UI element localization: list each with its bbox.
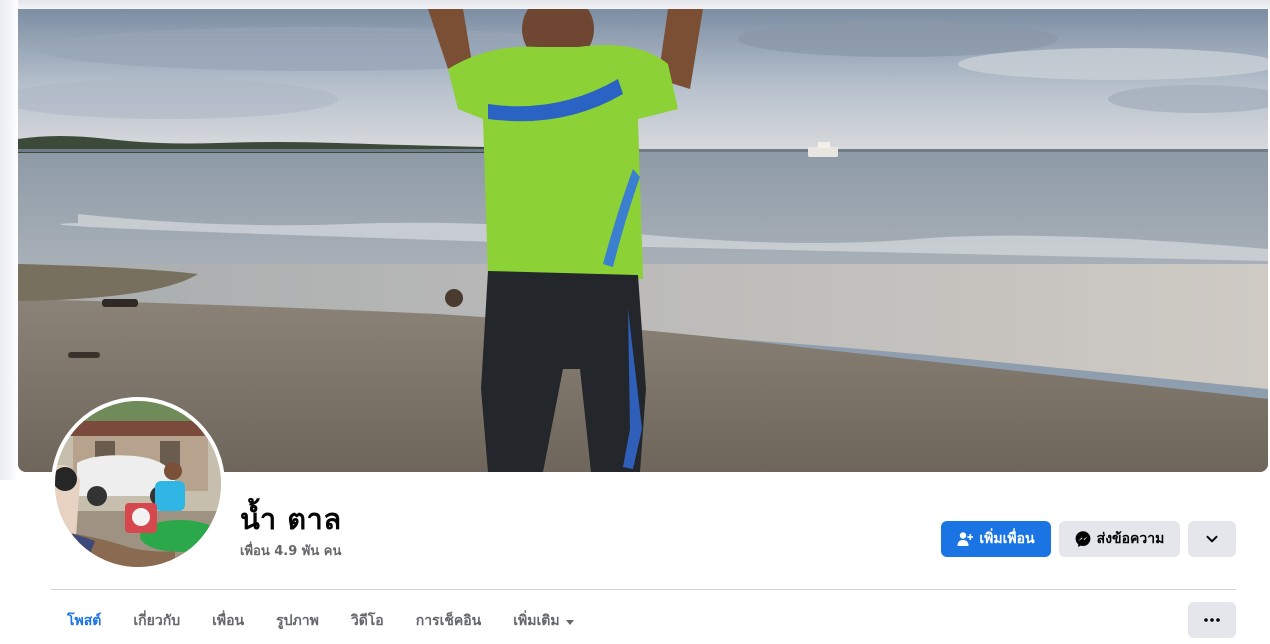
- profile-tabs: โพสต์ เกี่ยวกับ เพื่อน รูปภาพ วิดีโอ การ…: [51, 602, 590, 640]
- tab-videos[interactable]: วิดีโอ: [335, 602, 400, 640]
- person-plus-icon: [957, 531, 974, 547]
- header-divider: [51, 589, 1236, 590]
- tab-photos[interactable]: รูปภาพ: [260, 602, 335, 640]
- add-friend-button[interactable]: เพิ่มเพื่อน: [941, 521, 1051, 557]
- cover-photo[interactable]: [18, 9, 1268, 472]
- tab-friends[interactable]: เพื่อน: [196, 602, 260, 640]
- tab-posts[interactable]: โพสต์: [51, 602, 117, 640]
- tab-checkins[interactable]: การเช็คอิน: [400, 602, 498, 640]
- profile-page: น้ำ ตาล เพื่อน 4.9 พัน คน เพิ่มเพื่อน ส่…: [0, 0, 1270, 644]
- chevron-down-icon: [1205, 532, 1219, 546]
- caret-down-icon: [565, 619, 574, 625]
- profile-name: น้ำ ตาล: [240, 502, 342, 536]
- avatar-image: [55, 401, 221, 567]
- left-fade: [0, 0, 18, 480]
- more-options-button[interactable]: [1188, 602, 1236, 638]
- profile-avatar[interactable]: [51, 397, 225, 571]
- profile-options-dropdown[interactable]: [1188, 521, 1236, 557]
- tab-about[interactable]: เกี่ยวกับ: [117, 602, 196, 640]
- tab-more[interactable]: เพิ่มเติม: [497, 602, 589, 640]
- messenger-icon: [1075, 531, 1091, 547]
- friend-count[interactable]: เพื่อน 4.9 พัน คน: [240, 540, 341, 561]
- ellipsis-icon: [1204, 618, 1220, 622]
- add-friend-label: เพิ่มเพื่อน: [979, 531, 1035, 547]
- message-label: ส่งข้อความ: [1096, 531, 1165, 547]
- message-button[interactable]: ส่งข้อความ: [1059, 521, 1180, 557]
- cover-photo-image: [18, 9, 1268, 472]
